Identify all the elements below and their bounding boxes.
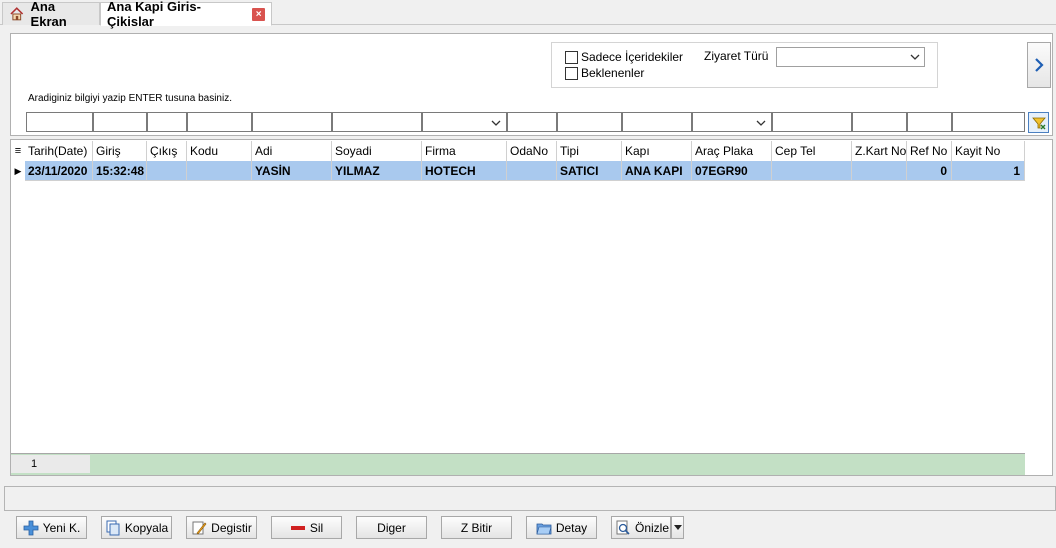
filter-exit[interactable]: [147, 112, 187, 132]
table-row-cell[interactable]: 23/11/2020: [25, 161, 93, 181]
new-record-button[interactable]: Yeni K.: [16, 516, 87, 539]
filter-card-no[interactable]: [852, 112, 907, 132]
table-row-cell[interactable]: HOTECH: [422, 161, 507, 181]
col-header-date[interactable]: Tarih(Date): [25, 141, 93, 161]
chevron-down-icon: [491, 120, 501, 126]
visit-type-label: Ziyaret Türü: [704, 49, 769, 63]
table-row-cell[interactable]: [187, 161, 252, 181]
filter-type[interactable]: [557, 112, 622, 132]
search-hint: Aradiginiz bilgiyi yazip ENTER tusuna ba…: [28, 93, 232, 104]
col-header-room[interactable]: OdaNo: [507, 141, 557, 161]
preview-label: Önizle: [635, 520, 670, 535]
z-end-label: Z Bitir: [460, 520, 493, 535]
tab-home[interactable]: Ana Ekran: [2, 0, 100, 29]
caret-down-icon: [673, 524, 682, 530]
z-end-button[interactable]: Z Bitir: [441, 516, 512, 539]
tab-gate-entries[interactable]: Ana Kapi Giris-Çikislar ×: [100, 0, 272, 29]
table-row-cell[interactable]: [852, 161, 907, 181]
filter-plate[interactable]: [692, 112, 772, 132]
delete-label: Sil: [309, 520, 324, 535]
tab-home-label: Ana Ekran: [30, 0, 67, 29]
only-inside-label: Sadece İçeridekiler: [581, 50, 684, 64]
checkbox-box[interactable]: [565, 50, 578, 64]
filter-room[interactable]: [507, 112, 557, 132]
expected-label: Beklenenler: [581, 66, 645, 80]
folder-icon: [536, 523, 552, 534]
filter-date[interactable]: [26, 112, 93, 132]
table-row-cell[interactable]: 1: [952, 161, 1025, 181]
edit-button[interactable]: Degistir: [186, 516, 257, 539]
table-row-cell[interactable]: YASİN: [252, 161, 332, 181]
record-count: 1: [28, 455, 90, 473]
plus-icon: [23, 520, 39, 535]
table-row-cell[interactable]: ANA KAPI: [622, 161, 692, 181]
col-header-card-no[interactable]: Z.Kart No: [852, 141, 907, 161]
delete-button[interactable]: Sil: [271, 516, 342, 539]
table-row-cell[interactable]: [507, 161, 557, 181]
visit-type-select[interactable]: [776, 47, 925, 67]
filter-gate[interactable]: [622, 112, 692, 132]
filter-surname[interactable]: [332, 112, 422, 132]
records-grid: [10, 139, 1053, 476]
tab-gate-entries-label: Ana Kapi Giris-Çikislar: [107, 0, 201, 29]
table-row-cell[interactable]: 15:32:48: [93, 161, 147, 181]
col-header-record-no[interactable]: Kayit No: [952, 141, 1025, 161]
new-record-label: Yeni K.: [42, 520, 81, 535]
edit-icon: [192, 521, 207, 534]
chevron-down-icon: [756, 120, 766, 126]
filter-name[interactable]: [252, 112, 332, 132]
filter-code[interactable]: [187, 112, 252, 132]
col-header-entry[interactable]: Giriş: [93, 141, 147, 161]
col-header-plate[interactable]: Araç Plaka: [692, 141, 772, 161]
copy-label: Kopyala: [124, 520, 169, 535]
detail-label: Detay: [555, 520, 588, 535]
col-header-company[interactable]: Firma: [422, 141, 507, 161]
table-row-cell[interactable]: [772, 161, 852, 181]
table-row-cell[interactable]: [147, 161, 187, 181]
chevron-down-icon: [910, 54, 920, 60]
table-row-cell[interactable]: 0: [907, 161, 952, 181]
filter-clear-icon: [1031, 117, 1046, 129]
filter-phone[interactable]: [772, 112, 852, 132]
table-row-cell[interactable]: 07EGR90: [692, 161, 772, 181]
table-row-cell[interactable]: SATICI: [557, 161, 622, 181]
checkbox-box[interactable]: [565, 66, 578, 80]
filter-ref-no[interactable]: [907, 112, 952, 132]
footer-indicator-cell: [11, 455, 28, 473]
copy-button[interactable]: Kopyala: [101, 516, 172, 539]
preview-button[interactable]: Önizle: [611, 516, 671, 539]
detail-button[interactable]: Detay: [526, 516, 597, 539]
copy-icon: [106, 520, 120, 535]
only-inside-checkbox[interactable]: Sadece İçeridekiler: [565, 50, 683, 64]
col-header-code[interactable]: Kodu: [187, 141, 252, 161]
table-row-cell[interactable]: YILMAZ: [332, 161, 422, 181]
col-header-type[interactable]: Tipi: [557, 141, 622, 161]
col-header-name[interactable]: Adi: [252, 141, 332, 161]
column-chooser-icon[interactable]: ≡: [11, 141, 25, 161]
col-header-exit[interactable]: Çıkış: [147, 141, 187, 161]
col-header-gate[interactable]: Kapı: [622, 141, 692, 161]
expected-checkbox[interactable]: Beklenenler: [565, 66, 644, 80]
minus-icon: [290, 525, 305, 530]
grid-footer: [11, 453, 1025, 475]
close-icon[interactable]: ×: [252, 7, 265, 21]
other-label: Diger: [377, 520, 406, 535]
edit-label: Degistir: [211, 520, 252, 535]
expand-panel-button[interactable]: [1027, 42, 1051, 88]
preview-icon: [616, 520, 630, 535]
chevron-right-icon: [1035, 58, 1044, 72]
col-header-surname[interactable]: Soyadi: [332, 141, 422, 161]
filter-entry[interactable]: [93, 112, 147, 132]
preview-dropdown-button[interactable]: [671, 516, 684, 539]
col-header-ref-no[interactable]: Ref No: [907, 141, 952, 161]
home-icon: [10, 7, 24, 21]
filter-company[interactable]: [422, 112, 507, 132]
other-button[interactable]: Diger: [356, 516, 427, 539]
row-indicator: ▶: [11, 161, 25, 181]
status-bar: [4, 486, 1056, 511]
col-header-phone[interactable]: Cep Tel: [772, 141, 852, 161]
filter-record-no[interactable]: [952, 112, 1025, 132]
clear-filter-button[interactable]: [1028, 112, 1049, 133]
